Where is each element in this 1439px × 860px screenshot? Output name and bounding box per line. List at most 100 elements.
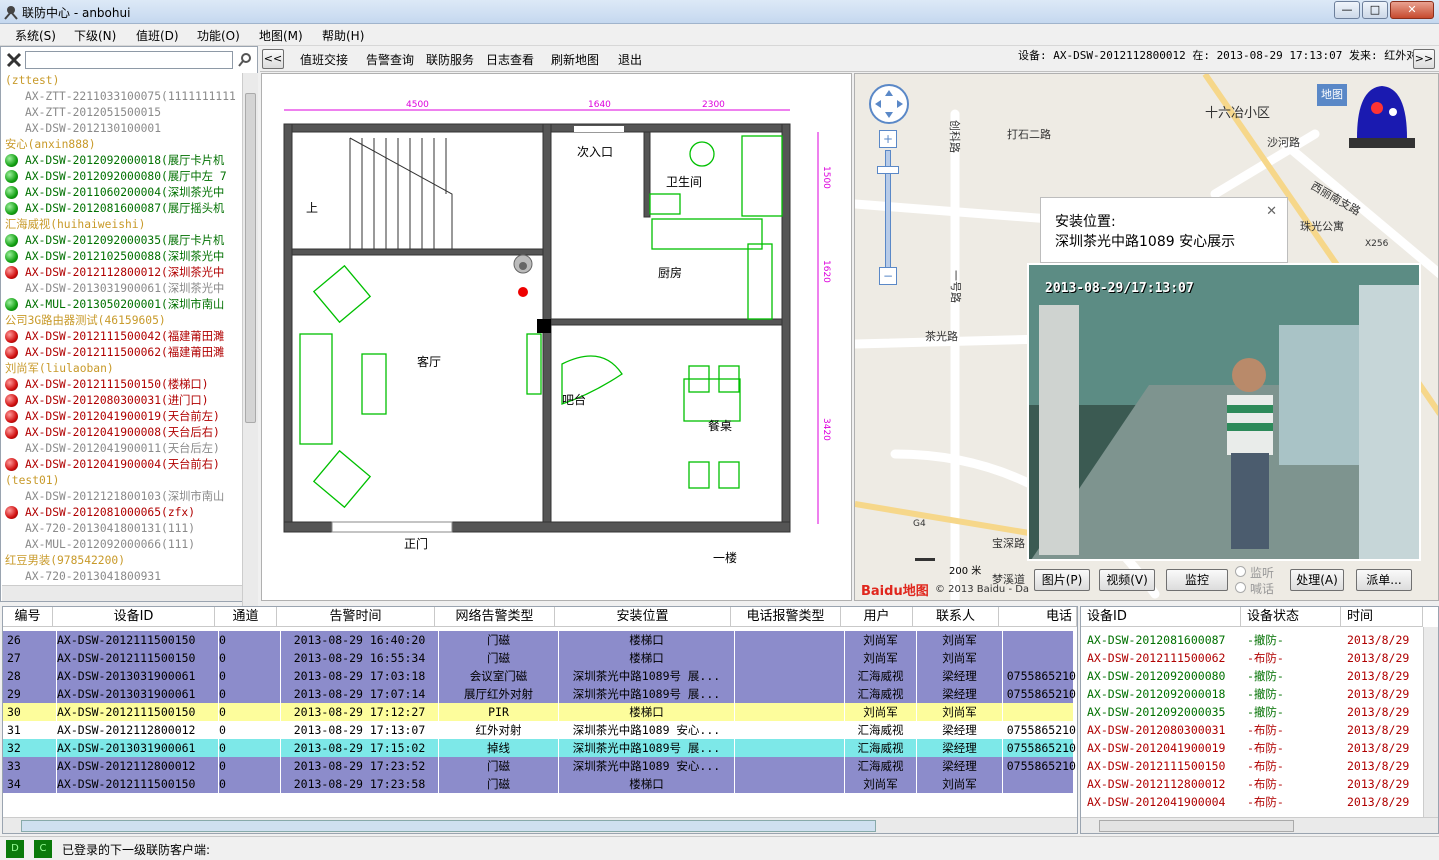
col-header-status[interactable]: 设备状态 bbox=[1241, 607, 1341, 627]
listen-radio[interactable] bbox=[1235, 566, 1246, 577]
status-row[interactable]: AX-DSW-2012092000018 -撤防- 2013/8/29 bbox=[1087, 685, 1417, 703]
hscroll-thumb[interactable] bbox=[21, 820, 876, 832]
tb-duty-handover[interactable]: 值班交接 bbox=[300, 51, 348, 68]
device-status-table: 设备ID 设备状态 时间 AX-DSW-2012081600087 -撤防- 201… bbox=[1080, 606, 1439, 834]
tree-vertical-scrollbar[interactable] bbox=[242, 73, 258, 621]
dim-top-1: 4500 bbox=[406, 100, 429, 110]
col-header-net-alarm[interactable]: 网络告警类型 bbox=[435, 607, 555, 627]
alarm-table-hscroll[interactable] bbox=[3, 817, 1077, 833]
online-status-icon bbox=[5, 250, 18, 263]
pan-control-icon[interactable] bbox=[867, 82, 911, 126]
window-title: 联防中心 - anbohui bbox=[22, 6, 131, 20]
handle-button[interactable]: 处理(A) bbox=[1290, 569, 1344, 591]
menu-function[interactable]: 功能(O) bbox=[197, 27, 240, 44]
menu-help[interactable]: 帮助(H) bbox=[322, 27, 364, 44]
status-row[interactable]: AX-DSW-2012112800012 -布防- 2013/8/29 bbox=[1087, 775, 1417, 793]
tree-node-label: AX-DSW-2011060200004(深圳茶光中 bbox=[25, 186, 225, 199]
minimize-button[interactable]: — bbox=[1334, 1, 1360, 19]
col-header-user[interactable]: 用户 bbox=[841, 607, 913, 627]
nav-next-button[interactable]: >> bbox=[1413, 49, 1435, 69]
col-header-time[interactable]: 时间 bbox=[1341, 607, 1423, 627]
status-row[interactable]: AX-DSW-2012092000080 -撤防- 2013/8/29 bbox=[1087, 667, 1417, 685]
tb-log-view[interactable]: 日志查看 bbox=[486, 51, 534, 68]
tb-refresh-map[interactable]: 刷新地图 bbox=[551, 51, 599, 68]
tb-exit[interactable]: 退出 bbox=[618, 51, 642, 68]
col-header-channel[interactable]: 通道 bbox=[215, 607, 277, 627]
scroll-thumb[interactable] bbox=[245, 93, 256, 423]
status-row[interactable]: AX-DSW-2012041900019 -布防- 2013/8/29 bbox=[1087, 739, 1417, 757]
tb-joint-service[interactable]: 联防服务 bbox=[426, 51, 474, 68]
alarm-cell: 深圳茶光中路1089号 展... bbox=[559, 739, 735, 757]
tree-node-label: AX-DSW-2012041900008(天台后右) bbox=[25, 426, 220, 439]
status-hscroll-thumb[interactable] bbox=[1099, 820, 1294, 832]
col-header-phone-alarm[interactable]: 电话报警类型 bbox=[731, 607, 841, 627]
alarm-cell: AX-DSW-2012111500150 bbox=[57, 703, 219, 721]
picture-button[interactable]: 图片(P) bbox=[1034, 569, 1090, 591]
alarm-row[interactable]: 30 AX-DSW-2012111500150 0 2013-08-29 17:12:… bbox=[3, 703, 1077, 721]
alarm-row[interactable]: 34 AX-DSW-2012111500150 0 2013-08-29 17:23:… bbox=[3, 775, 1077, 793]
col-header-status-device-id[interactable]: 设备ID bbox=[1081, 607, 1241, 627]
col-header-device-id[interactable]: 设备ID bbox=[53, 607, 215, 627]
map-type-button[interactable]: 地图 bbox=[1317, 84, 1347, 106]
alarm-row[interactable]: 32 AX-DSW-2013031900061 0 2013-08-29 17:15:… bbox=[3, 739, 1077, 757]
menu-duty[interactable]: 值班(D) bbox=[136, 27, 179, 44]
alarm-cell: 2013-08-29 16:55:34 bbox=[281, 649, 439, 667]
nav-prev-button[interactable]: << bbox=[262, 49, 284, 69]
tree-node-label: AX-DSW-2012130100001 bbox=[25, 122, 162, 135]
alarm-cell: 门磁 bbox=[439, 631, 559, 649]
status-vscroll[interactable] bbox=[1423, 627, 1438, 817]
col-header-contact[interactable]: 联系人 bbox=[913, 607, 999, 627]
alarm-cell: 汇海威视 bbox=[845, 739, 917, 757]
zoom-out-button[interactable]: − bbox=[879, 267, 897, 285]
alarm-row[interactable]: 28 AX-DSW-2013031900061 0 2013-08-29 17:03:… bbox=[3, 667, 1077, 685]
alarm-cell: 0755865210 bbox=[1003, 667, 1077, 685]
status-row[interactable]: AX-DSW-2012081600087 -撤防- 2013/8/29 bbox=[1087, 631, 1417, 649]
status-text: 已登录的下一级联防客户端: bbox=[62, 843, 211, 857]
status-row[interactable]: AX-DSW-2012111500062 -布防- 2013/8/29 bbox=[1087, 649, 1417, 667]
tree-horizontal-scrollbar[interactable] bbox=[2, 585, 242, 601]
alarm-row[interactable]: 29 AX-DSW-2013031900061 0 2013-08-29 17:07:… bbox=[3, 685, 1077, 703]
monitor-button[interactable]: 监控 bbox=[1166, 569, 1228, 591]
alarm-cell: 刘尚军 bbox=[845, 775, 917, 793]
maximize-button[interactable]: □ bbox=[1362, 1, 1388, 19]
dispatch-button[interactable]: 派单... bbox=[1356, 569, 1412, 591]
camera-icon[interactable] bbox=[513, 254, 533, 274]
alarm-cell: 34 bbox=[7, 775, 57, 793]
status-row[interactable]: AX-DSW-2012080300031 -布防- 2013/8/29 bbox=[1087, 721, 1417, 739]
popup-close-icon[interactable]: ✕ bbox=[1266, 202, 1277, 222]
alarm-row[interactable]: 31 AX-DSW-2012112800012 0 2013-08-29 17:13:… bbox=[3, 721, 1077, 739]
siren-icon bbox=[1349, 86, 1415, 148]
toolbar: << 值班交接 告警查询 联防服务 日志查看 刷新地图 退出 设备: AX-DS… bbox=[260, 46, 1439, 72]
zoom-slider-handle[interactable] bbox=[877, 166, 899, 174]
zoom-in-button[interactable]: + bbox=[879, 130, 897, 148]
close-button[interactable]: ✕ bbox=[1390, 1, 1434, 19]
alarm-cell: 31 bbox=[7, 721, 57, 739]
menu-map[interactable]: 地图(M) bbox=[259, 27, 303, 44]
alarm-row[interactable]: 33 AX-DSW-2012112800012 0 2013-08-29 17:23:… bbox=[3, 757, 1077, 775]
video-button[interactable]: 视频(V) bbox=[1099, 569, 1155, 591]
search-icon[interactable] bbox=[237, 52, 253, 68]
map-copyright: © 2013 Baidu - Da bbox=[935, 584, 1030, 595]
col-header-phone[interactable]: 电话 bbox=[999, 607, 1077, 627]
tb-alarm-query[interactable]: 告警查询 bbox=[366, 51, 414, 68]
col-header-no[interactable]: 编号 bbox=[3, 607, 53, 627]
menu-system[interactable]: 系统(S) bbox=[15, 27, 56, 44]
alarm-cell: 红外对射 bbox=[439, 721, 559, 739]
alarm-row[interactable]: 26 AX-DSW-2012111500150 0 2013-08-29 16:40:… bbox=[3, 631, 1077, 649]
status-hscroll[interactable] bbox=[1081, 817, 1438, 833]
close-x-icon[interactable] bbox=[5, 51, 23, 69]
alarm-status-icon bbox=[5, 394, 18, 407]
alarm-row[interactable]: 27 AX-DSW-2012111500150 0 2013-08-29 16:55:… bbox=[3, 649, 1077, 667]
col-header-location[interactable]: 安装位置 bbox=[555, 607, 731, 627]
status-row[interactable]: AX-DSW-2012092000035 -撤防- 2013/8/29 bbox=[1087, 703, 1417, 721]
status-row[interactable]: AX-DSW-2012041900004 -布防- 2013/8/29 bbox=[1087, 793, 1417, 811]
menu-subordinate[interactable]: 下级(N) bbox=[74, 27, 116, 44]
status-cell: 2013/8/29 bbox=[1347, 685, 1411, 703]
col-header-alarm-time[interactable]: 告警时间 bbox=[277, 607, 435, 627]
alarm-cell: 楼梯口 bbox=[559, 631, 735, 649]
talk-radio[interactable] bbox=[1235, 582, 1246, 593]
search-input[interactable] bbox=[25, 51, 233, 69]
tree-node-label: AX-DSW-2012041900011(天台后左) bbox=[25, 442, 220, 455]
status-cell: AX-DSW-2012041900004 bbox=[1087, 793, 1227, 811]
status-row[interactable]: AX-DSW-2012111500150 -布防- 2013/8/29 bbox=[1087, 757, 1417, 775]
